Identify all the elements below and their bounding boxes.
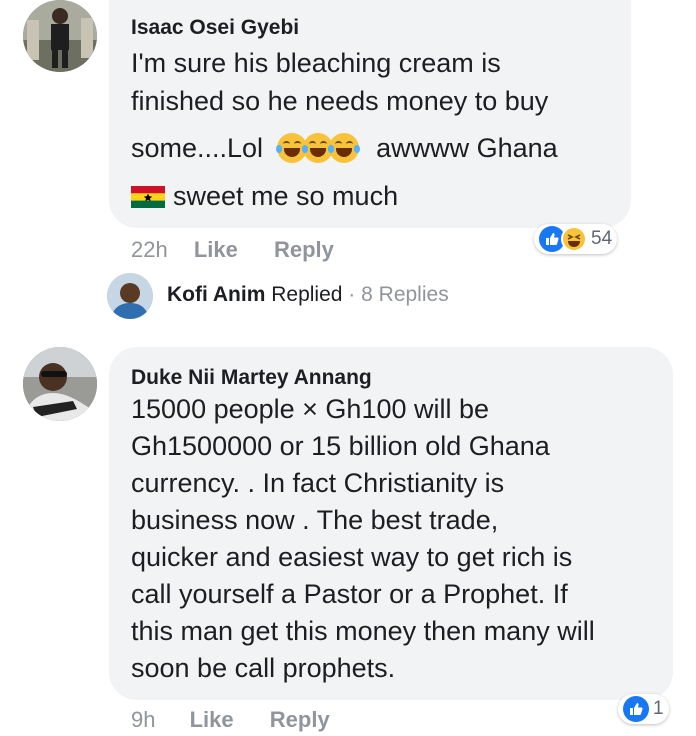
reply-action: Replied [271,283,343,306]
comment-line: business now . The best trade, [131,505,499,535]
comment-actions: 9h Like Reply [131,707,330,733]
like-button[interactable]: Like [190,707,234,732]
reaction-summary[interactable]: 54 [534,224,618,254]
comment-line: Gh1500000 or 15 billion old Ghana [131,431,550,461]
comment-text: 15000 people × Gh100 will be Gh1500000 o… [131,391,666,687]
comment-text: I'm sure his bleaching cream is finished… [131,44,621,215]
reply-avatar[interactable] [107,273,153,319]
comment-author[interactable]: Duke Nii Martey Annang [131,366,372,390]
comment-actions: 22h Like Reply [131,237,334,263]
avatar[interactable] [23,0,97,72]
comment-line: currency. . In fact Christianity is [131,468,505,498]
reaction-summary[interactable]: 1 [618,694,669,724]
replies-summary[interactable]: Kofi Anim Replied · 8 Replies [167,283,449,307]
comment-author[interactable]: Isaac Osei Gyebi [131,16,299,40]
reply-button[interactable]: Reply [270,707,330,732]
ghana-flag-icon [131,186,165,208]
comment-line: this man get this money then many will [131,616,595,646]
comment-line-segment: some....Lol [131,133,264,163]
reply-separator: · [348,283,356,306]
comment-timestamp[interactable]: 9h [131,707,155,732]
like-button[interactable]: Like [194,237,238,262]
reaction-count: 54 [591,228,613,249]
comment-line: some....Lol awwww Ghana [131,129,621,167]
comment-line: soon be call prophets. [131,653,396,683]
comment-line: finished so he needs money to buy [131,86,549,116]
avatar[interactable] [23,347,97,421]
reply-avatar-photo [107,273,153,319]
comment-line: sweet me so much [131,177,621,215]
haha-reaction-icon [561,226,587,252]
avatar-photo [23,0,97,72]
avatar-photo [23,347,97,421]
comment-line: quicker and easiest way to get rich is [131,542,573,572]
comment-line-segment: awwww Ghana [376,133,558,163]
comment-line: call yourself a Pastor or a Prophet. If [131,579,568,609]
reply-count[interactable]: 8 Replies [361,283,449,306]
reaction-count: 1 [653,698,664,719]
comment-line: I'm sure his bleaching cream is [131,48,501,78]
reply-author[interactable]: Kofi Anim [167,283,265,306]
tears-of-joy-emoji-icon [327,133,360,163]
comment-timestamp[interactable]: 22h [131,237,168,262]
reply-button[interactable]: Reply [274,237,334,262]
comment-line-segment: sweet me so much [173,181,399,211]
comment-line: 15000 people × Gh100 will be [131,394,490,424]
like-reaction-icon [623,696,649,722]
